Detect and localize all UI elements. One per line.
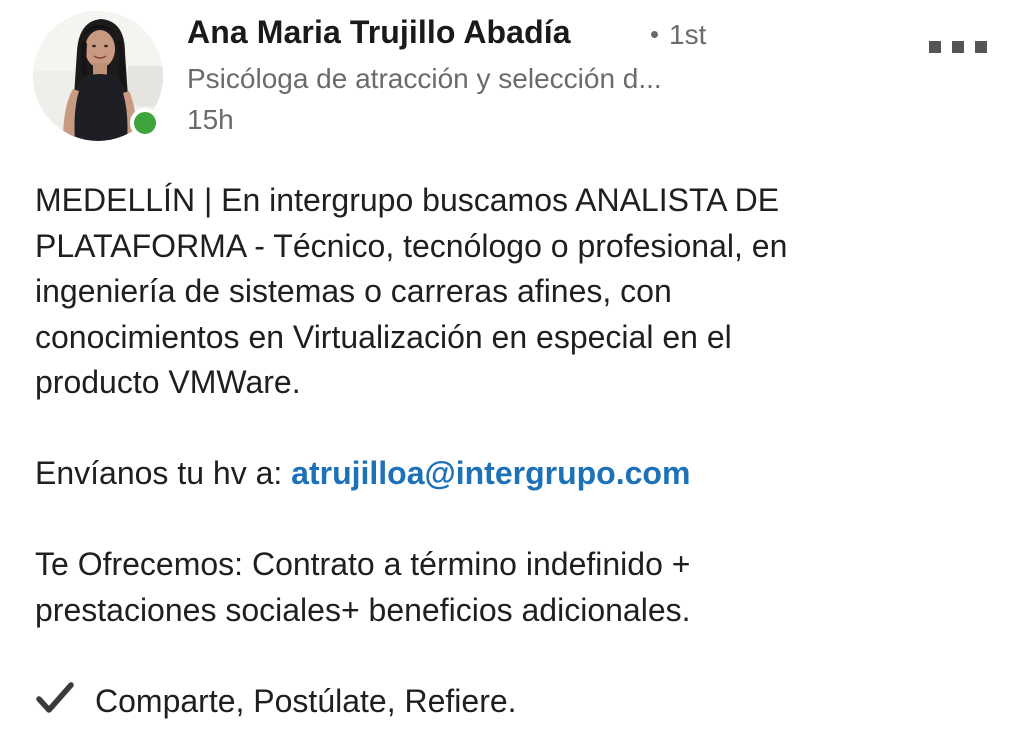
offer-line: Te Ofrecemos: Contrato a término indefin… [35,546,691,582]
post-body: MEDELLÍN | En intergrupo buscamos ANALIS… [35,178,1010,724]
offer-line: prestaciones sociales+ beneficios adicio… [35,591,691,628]
more-options-icon-dot [952,41,964,53]
more-options-icon [929,41,941,53]
post-text-line: producto VMWare. [35,364,301,400]
more-options-icon-dot [975,41,987,53]
separator-dot [651,31,658,39]
call-to-action-text: Comparte, Postúlate, Refiere. [95,682,517,719]
author-name[interactable]: Ana Maria Trujillo Abadía [187,14,571,51]
connection-degree: 1st [651,19,706,51]
call-to-action-line: Comparte, Postúlate, Refiere. [35,679,1010,725]
author-avatar[interactable] [33,11,163,141]
check-mark-icon [36,681,74,713]
email-link[interactable]: atrujilloa@intergrupo.com [291,455,690,491]
online-status-indicator [130,108,160,138]
post-timestamp: 15h [187,104,234,135]
send-cv-label: Envíanos tu hv a: [35,455,292,491]
post-text-line: ingeniería de sistemas o carreras afines… [35,273,672,309]
post-text-line: MEDELLÍN | En intergrupo buscamos ANALIS… [35,182,780,218]
send-cv-line: Envíanos tu hv a: atrujilloa@intergrupo.… [35,451,1010,497]
post-text-line: conocimientos en Virtualización en espec… [35,318,732,355]
connection-degree-label: 1st [669,19,707,50]
more-options-button[interactable] [926,36,990,58]
post-header: Ana Maria Trujillo Abadía 1st Psicóloga … [0,0,1024,160]
post-text-line: PLATAFORMA - Técnico, tecnólogo o profes… [35,227,788,264]
author-headline: Psicóloga de atracción y selección d... [187,63,662,94]
